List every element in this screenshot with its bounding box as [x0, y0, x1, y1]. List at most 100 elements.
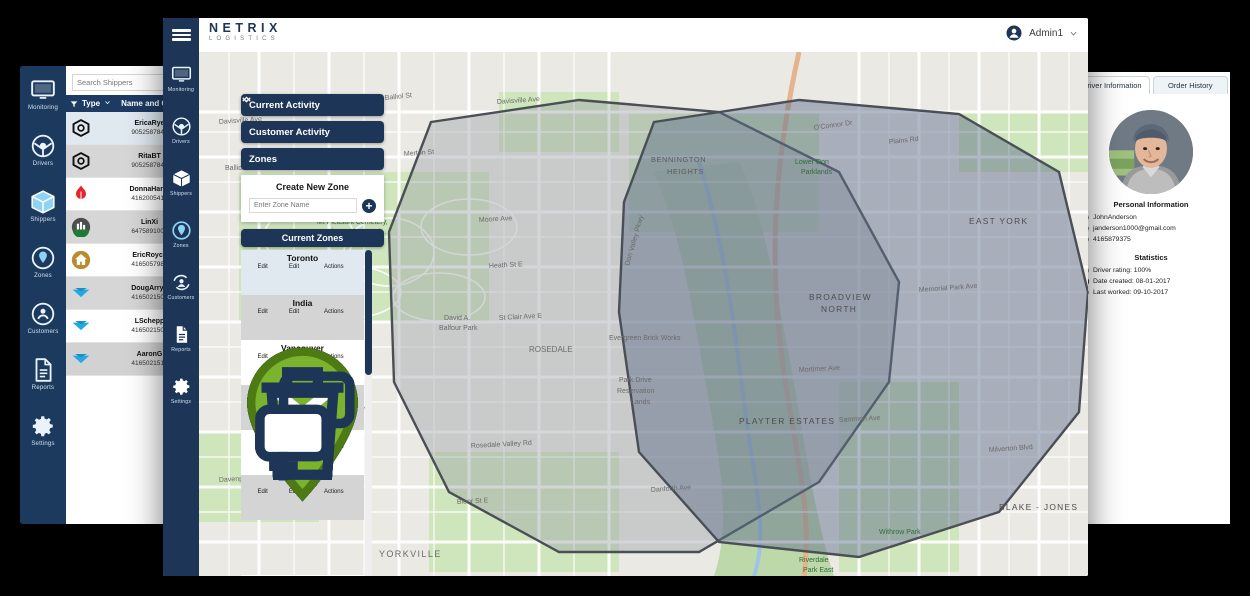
blue-chevron-icon: [70, 315, 92, 337]
brand-name: NETRIX: [209, 21, 282, 35]
bw-sidebar-item-monitoring[interactable]: Monitoring: [20, 66, 66, 122]
sidebar-label-zones: Zones: [173, 242, 189, 249]
zone-name-input[interactable]: [249, 198, 357, 213]
main-application-window: NETRIX LOGISTICS Admin1 Monitoring Drive…: [163, 18, 1088, 576]
bw-sidebar-item-drivers[interactable]: Drivers: [20, 122, 66, 178]
create-new-zone-row: +: [249, 198, 376, 213]
svg-text:EAST YORK: EAST YORK: [969, 216, 1028, 226]
red-leaf-icon: [70, 183, 92, 205]
accordion-label-customer-activity: Customer Activity: [249, 126, 330, 138]
current-zones-header: Current Zones: [241, 229, 384, 247]
box-icon: [30, 189, 56, 215]
shipper-name: EricRoyce: [132, 252, 167, 259]
accordion-zones[interactable]: Zones: [241, 96, 384, 170]
svg-text:Parklands: Parklands: [801, 169, 833, 176]
current-zones-scroll-area[interactable]: Toronto Edit Edit Actions India Edit Edi…: [241, 250, 364, 576]
sidebar-item-monitoring[interactable]: Monitoring: [163, 52, 199, 104]
bw-sidebar-label-shippers: Shippers: [30, 217, 56, 223]
svg-text:Lower Don: Lower Don: [795, 159, 829, 166]
accordion-label-zones: Zones: [249, 153, 277, 165]
driver-panel-tabs: Driver Information Order History: [1072, 72, 1230, 94]
driver-rating-line: Driver rating: 100%: [1080, 266, 1222, 275]
sidebar-item-drivers[interactable]: Drivers: [163, 104, 199, 156]
tab-order-history[interactable]: Order History: [1152, 76, 1228, 94]
user-name-label: Admin1: [1029, 27, 1063, 39]
shipper-name: AaronG: [136, 351, 163, 358]
driver-date-created-line: Date created: 08-01-2017: [1080, 277, 1222, 286]
zones-panel-stack: Current Activity Customer Activity Zones…: [241, 94, 384, 576]
zone-list-scrollbar-thumb[interactable]: [365, 250, 372, 375]
accordion-customer-activity[interactable]: Customer Activity: [241, 97, 384, 143]
svg-text:BLAKE - JONES: BLAKE - JONES: [999, 502, 1078, 512]
driver-panel-body: Personal Information JohnAnderson jander…: [1072, 94, 1230, 297]
app-logo: NETRIX LOGISTICS: [209, 22, 282, 43]
svg-text:Park Drive: Park Drive: [619, 377, 652, 384]
statistics-title: Statistics: [1134, 253, 1168, 262]
chevron-up-icon: [242, 96, 376, 165]
map-pin-icon: [171, 220, 192, 241]
bw-sidebar-item-settings[interactable]: Settings: [20, 402, 66, 458]
bw-sidebar-item-reports[interactable]: Reports: [20, 346, 66, 402]
sidebar-label-monitoring: Monitoring: [167, 86, 195, 93]
house-gold-icon: [70, 249, 92, 271]
svg-text:Riverdale: Riverdale: [799, 557, 829, 564]
map-canvas[interactable]: Davisville Ave Balliol St Merton St Davi…: [199, 52, 1088, 576]
driver-phone-line: 4165879375: [1080, 235, 1222, 244]
bw-sidebar-label-settings: Settings: [31, 441, 55, 447]
sidebar-item-settings[interactable]: Settings: [163, 364, 199, 416]
box-icon: [171, 168, 192, 189]
plus-circle-icon[interactable]: +: [362, 198, 376, 213]
chevron-down-icon[interactable]: [104, 99, 111, 108]
app-nav-rail: Monitoring Drivers Shippers Zones Custom…: [163, 52, 199, 576]
bw-sidebar-item-zones[interactable]: Zones: [20, 234, 66, 290]
sidebar-item-customers[interactable]: Customers: [163, 260, 199, 312]
chevron-down-icon[interactable]: [1069, 29, 1078, 38]
shipper-name: LSchepp: [134, 318, 165, 325]
hamburger-menu-icon[interactable]: [163, 18, 199, 52]
city-chart-icon: [70, 216, 92, 238]
monitor-icon: [30, 77, 56, 103]
document-icon: [171, 324, 192, 345]
create-new-zone-title: Create New Zone: [275, 182, 350, 192]
sidebar-label-shippers: Shippers: [169, 190, 193, 197]
driver-email-line: janderson1000@gmail.com: [1080, 224, 1222, 233]
chevron-down-icon: [242, 97, 376, 138]
svg-text:PLAYTER ESTATES: PLAYTER ESTATES: [739, 416, 835, 426]
zone-list-scrollbar-track[interactable]: [365, 250, 372, 576]
accordion-current-activity[interactable]: Current Activity: [241, 94, 384, 116]
bw-sidebar-label-drivers: Drivers: [32, 161, 54, 167]
shipper-name: LinXi: [140, 219, 159, 226]
screenshot-stage: Monitoring Drivers Shippers Zones Custom…: [0, 0, 1250, 596]
accordion-label-current-activity: Current Activity: [249, 99, 320, 111]
driver-last-worked-line: Last worked: 09-10-2017: [1080, 288, 1222, 297]
svg-text:YORKVILLE: YORKVILLE: [379, 549, 442, 559]
zone-row[interactable]: Ottawa Edit Edit Actions: [241, 347, 364, 520]
user-menu[interactable]: Admin1: [1005, 24, 1078, 42]
shippers-col-type[interactable]: Type: [82, 99, 100, 108]
svg-text:BENNINGTON: BENNINGTON: [651, 155, 706, 164]
driver-last-worked: Last worked: 09-10-2017: [1093, 289, 1169, 296]
funnel-icon[interactable]: [70, 100, 78, 108]
bw-sidebar-item-customers[interactable]: Customers: [20, 290, 66, 346]
driver-date-created: Date created: 08-01-2017: [1093, 278, 1171, 285]
svg-text:Withrow Park: Withrow Park: [879, 529, 921, 536]
driver-photo: [1109, 110, 1193, 194]
svg-text:Lands: Lands: [631, 399, 651, 406]
shippers-col-name[interactable]: Name and C: [121, 99, 167, 108]
sidebar-item-reports[interactable]: Reports: [163, 312, 199, 364]
steering-wheel-icon: [30, 133, 56, 159]
zone-controls: Edit Edit Actions: [241, 347, 364, 515]
sidebar-item-shippers[interactable]: Shippers: [163, 156, 199, 208]
bw-sidebar-item-shippers[interactable]: Shippers: [20, 178, 66, 234]
sidebar-item-zones[interactable]: Zones: [163, 208, 199, 260]
shipper-name: RitaBT: [138, 153, 161, 160]
document-icon: [30, 357, 56, 383]
driver-rating: Driver rating: 100%: [1093, 267, 1152, 274]
driver-phone: 4165879375: [1093, 236, 1131, 243]
svg-text:Evergreen Brick Works: Evergreen Brick Works: [609, 335, 681, 342]
hexagon-logo-icon: [70, 150, 92, 172]
copy-add-icon[interactable]: [255, 371, 355, 511]
svg-text:Reservation: Reservation: [617, 388, 654, 395]
gear-icon: [171, 376, 192, 397]
bw-sidebar-label-monitoring: Monitoring: [27, 105, 58, 111]
